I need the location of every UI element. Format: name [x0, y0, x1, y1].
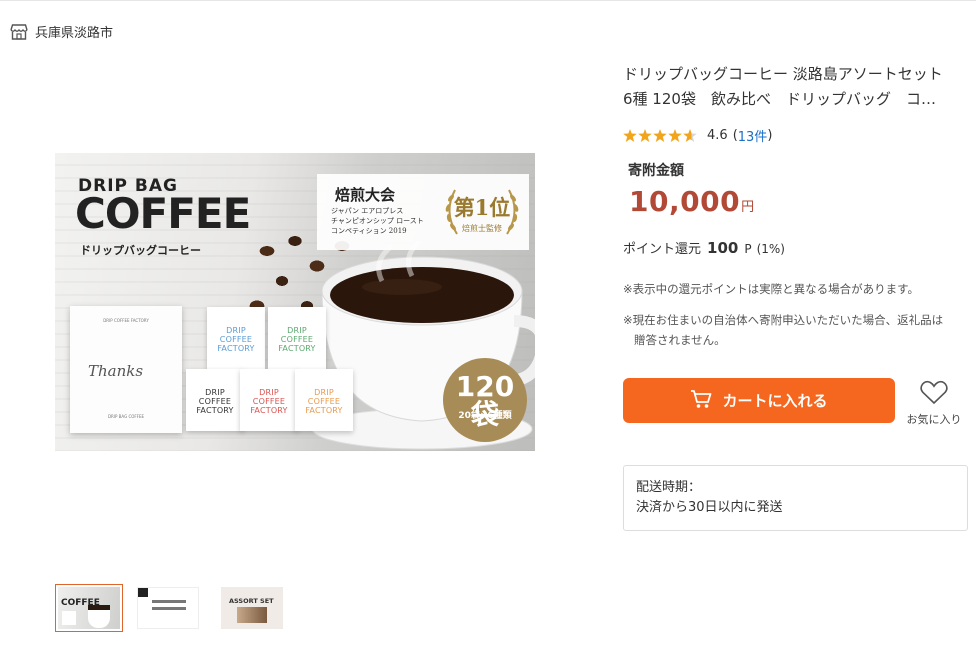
- thumbnail-photo: [237, 607, 267, 623]
- drip-bag-orange: DRIP COFFEE FACTORY: [295, 369, 353, 431]
- municipality-name[interactable]: 兵庫県淡路市: [35, 22, 113, 41]
- add-to-cart-label: カートに入れる: [722, 392, 828, 410]
- thanks-bag: DRIP COFFEE FACTORY Thanks DRIP BAG COFF…: [70, 306, 182, 433]
- points-label: ポイント還元: [623, 242, 702, 257]
- image-coffee-subtitle: ドリップバッグコーヒー: [80, 244, 201, 257]
- rating-value: 4.6: [707, 128, 728, 143]
- residence-note-line-1: ※現在お住まいの自治体へ寄附申込いただいた場合、返礼品は: [623, 313, 944, 327]
- heart-icon: [920, 380, 948, 409]
- points-percent: (1%): [756, 242, 785, 256]
- star-half-icon: [683, 129, 697, 142]
- award-line-3: コンペティション 2019: [331, 227, 407, 235]
- points-unit: P: [744, 242, 752, 256]
- shipping-box: 配送時期： 決済から30日以内に発送: [623, 465, 968, 531]
- star-icon: [668, 129, 682, 142]
- cart-icon: [690, 389, 712, 413]
- bag-label-line: FACTORY: [250, 406, 288, 415]
- bag-label-line: DRIP: [314, 388, 334, 397]
- image-coffee-text: COFFEE: [75, 189, 251, 238]
- award-description: ジャパン エアロプレス チャンピオンシップ ロースト コンペティション 2019: [331, 206, 424, 236]
- badge-detail: 20袋×6種類: [458, 411, 512, 421]
- medal-rank: 第1位: [453, 195, 511, 220]
- thumbnail-mark: [138, 588, 148, 597]
- bag-label-line: FACTORY: [196, 406, 234, 415]
- award-title: 焙煎大会: [335, 186, 396, 204]
- bag-label-line: COFFEE: [307, 397, 341, 406]
- review-count-link[interactable]: 13件: [738, 126, 768, 145]
- thumbnail-2[interactable]: [137, 587, 199, 629]
- bag-label-line: COFFEE: [219, 335, 253, 344]
- award-line-2: チャンピオンシップ ロースト: [331, 217, 424, 225]
- laurel-medal-icon: 第1位 焙煎士監修: [441, 180, 523, 244]
- residence-note: ※現在お住まいの自治体へ寄附申込いただいた場合、返礼品は 贈答されません。: [623, 310, 968, 350]
- points-row: ポイント還元 100 P (1%): [623, 238, 785, 257]
- thanks-bag-script: Thanks: [88, 362, 144, 380]
- thumbnail-3[interactable]: ASSORT SET: [221, 587, 283, 629]
- municipality-link[interactable]: 兵庫県淡路市: [9, 22, 113, 41]
- product-title-line-1: ドリップバッグコーヒー 淡路島アソートセット: [623, 65, 943, 83]
- drip-bag-red: DRIP COFFEE FACTORY: [240, 369, 298, 431]
- quantity-badge: 120袋 20袋×6種類: [443, 358, 527, 442]
- thumbnail-3-title: ASSORT SET: [229, 597, 274, 605]
- points-value: 100: [707, 239, 739, 257]
- thanks-bag-header: DRIP COFFEE FACTORY: [103, 318, 149, 323]
- main-product-image[interactable]: DRIP BAG COFFEE ドリップバッグコーヒー 焙煎大会 ジャパン エア…: [55, 153, 535, 451]
- star-icon: [638, 129, 652, 142]
- add-to-cart-button[interactable]: カートに入れる: [623, 378, 895, 423]
- thumbnail-text-line: [152, 607, 186, 610]
- product-title: ドリップバッグコーヒー 淡路島アソートセット 6種 120袋 飲み比べ ドリップ…: [623, 62, 968, 112]
- bag-label-line: COFFEE: [198, 397, 232, 406]
- rating-row: 4.6 (13件): [623, 126, 772, 145]
- star-icon: [653, 129, 667, 142]
- shipping-label: 配送時期：: [636, 480, 702, 495]
- drip-bag-green: DRIP COFFEE FACTORY: [268, 307, 326, 369]
- favorite-label: お気に入り: [906, 413, 962, 426]
- bag-label-line: DRIP: [259, 388, 279, 397]
- medal-subtitle: 焙煎士監修: [462, 224, 502, 233]
- bag-label-line: DRIP: [205, 388, 225, 397]
- shipping-value: 決済から30日以内に発送: [636, 500, 783, 515]
- bag-label-line: COFFEE: [280, 335, 314, 344]
- donation-amount-label: 寄附金額: [628, 163, 684, 179]
- bag-label-line: FACTORY: [278, 344, 316, 353]
- star-rating: [623, 129, 697, 142]
- award-line-1: ジャパン エアロプレス: [331, 207, 404, 215]
- top-divider: [0, 0, 976, 1]
- star-icon: [623, 129, 637, 142]
- bag-label-line: FACTORY: [217, 344, 255, 353]
- thumbnail-text-line: [152, 600, 186, 603]
- favorite-button[interactable]: お気に入り: [903, 380, 965, 427]
- residence-note-line-2: 贈答されません。: [634, 333, 726, 347]
- points-note: ※表示中の還元ポイントは実際と異なる場合があります。: [623, 282, 919, 296]
- thumbnail-bag: [62, 611, 76, 625]
- bag-label-line: COFFEE: [252, 397, 286, 406]
- store-icon: [9, 23, 29, 41]
- product-title-line-2: 6種 120袋 飲み比べ ドリップバッグ コ…: [623, 90, 936, 108]
- award-panel: 焙煎大会 ジャパン エアロプレス チャンピオンシップ ロースト コンペティション…: [317, 174, 529, 250]
- price-unit: 円: [741, 200, 755, 215]
- thumbnail-cup: [88, 605, 110, 628]
- drip-bag-blue: DRIP COFFEE FACTORY: [207, 307, 265, 369]
- bag-label-line: FACTORY: [305, 406, 343, 415]
- rating-paren-close: ): [767, 128, 773, 143]
- thanks-bag-footer: DRIP BAG COFFEE: [107, 414, 145, 419]
- price: 10,000 円: [629, 185, 754, 218]
- bag-label-line: DRIP: [287, 326, 307, 335]
- price-value: 10,000: [629, 185, 741, 218]
- drip-bag-black: DRIP COFFEE FACTORY: [186, 369, 244, 431]
- bag-label-line: DRIP: [226, 326, 246, 335]
- thumbnail-1[interactable]: COFFEE: [55, 584, 123, 632]
